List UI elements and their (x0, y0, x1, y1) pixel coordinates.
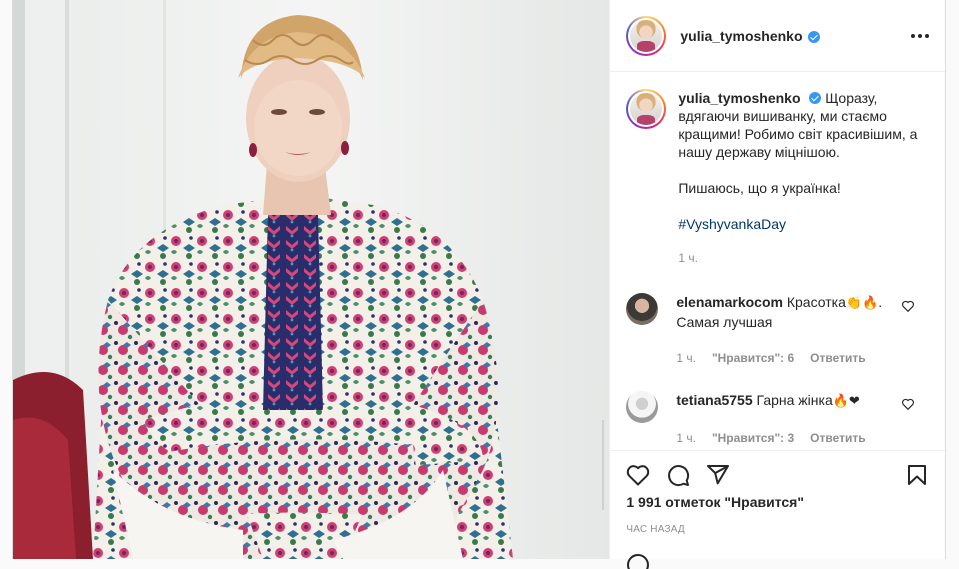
caption-body: yulia_tymoshenko Щоразу, вдягаючи вишива… (678, 89, 929, 267)
verified-badge-icon (807, 30, 820, 43)
woman-in-vyshyvanka-image (13, 0, 610, 559)
post-photo[interactable] (13, 0, 610, 559)
caption-username[interactable]: yulia_tymoshenko (678, 90, 800, 106)
post-dialog: yulia_tymoshenko yulia_tymoshenko Щоразу… (12, 0, 946, 569)
bookmark-icon[interactable] (905, 463, 929, 487)
share-icon[interactable] (706, 463, 730, 487)
comment-body: Гарна жінка (756, 392, 833, 408)
verified-badge-icon (809, 92, 822, 104)
comment-item: tetiana5755 Гарна жінка🔥❤ 1 ч. "Нравится… (626, 391, 929, 445)
comment-meta: 1 ч. "Нравится": 3 Ответить (676, 431, 886, 445)
heart-icon[interactable] (901, 299, 915, 313)
action-bar (626, 451, 929, 493)
comments-section[interactable]: yulia_tymoshenko Щоразу, вдягаючи вишива… (610, 73, 945, 450)
caption-hashtag[interactable]: #VyshyvankaDay (678, 215, 929, 233)
comment-meta: 1 ч. "Нравится": 6 Ответить (676, 351, 886, 365)
heart-icon[interactable] (626, 463, 650, 487)
comment-text: elenamarkocom Красотка👏🔥. Самая лучшая (676, 293, 886, 331)
post-side-panel: yulia_tymoshenko yulia_tymoshenko Щоразу… (609, 0, 945, 569)
post-actions: 1 991 отметок "Нравится" ЧАС НАЗАД (610, 450, 945, 569)
comment-username[interactable]: elenamarkocom (676, 294, 783, 310)
comment-likes[interactable]: "Нравится": 3 (712, 431, 794, 445)
reply-button[interactable]: Ответить (810, 351, 865, 365)
comment-time: 1 ч. (676, 431, 696, 445)
more-dots-icon (911, 33, 915, 38)
comment-item: elenamarkocom Красотка👏🔥. Самая лучшая 1… (626, 293, 929, 365)
commenter-avatar[interactable] (626, 293, 659, 325)
caption-time: 1 ч. (678, 251, 698, 265)
post-header: yulia_tymoshenko (610, 0, 945, 72)
comment-icon[interactable] (666, 463, 690, 487)
comment-likes[interactable]: "Нравится": 6 (712, 351, 794, 365)
comment-time: 1 ч. (676, 351, 696, 365)
post-caption: yulia_tymoshenko Щоразу, вдягаючи вишива… (626, 89, 929, 267)
likes-count[interactable]: 1 991 отметок "Нравится" (626, 494, 929, 510)
author-avatar[interactable] (626, 15, 667, 56)
caption-avatar[interactable] (626, 89, 667, 129)
emoji-icon[interactable] (626, 553, 650, 569)
author-username[interactable]: yulia_tymoshenko (680, 28, 802, 44)
comment-emoji: 🔥❤ (832, 394, 860, 409)
commenter-avatar[interactable] (626, 391, 659, 423)
comment-emoji: 👏🔥 (845, 296, 879, 311)
comment-username[interactable]: tetiana5755 (676, 392, 752, 408)
post-time: ЧАС НАЗАД (626, 524, 685, 535)
more-options-button[interactable] (911, 28, 929, 44)
reply-button[interactable]: Ответить (810, 431, 865, 445)
comment-body: Красотка (786, 294, 846, 310)
comment-text: tetiana5755 Гарна жінка🔥❤ (676, 391, 886, 411)
caption-text-2: Пишаюсь, що я українка! (678, 180, 841, 196)
heart-icon[interactable] (901, 397, 915, 411)
